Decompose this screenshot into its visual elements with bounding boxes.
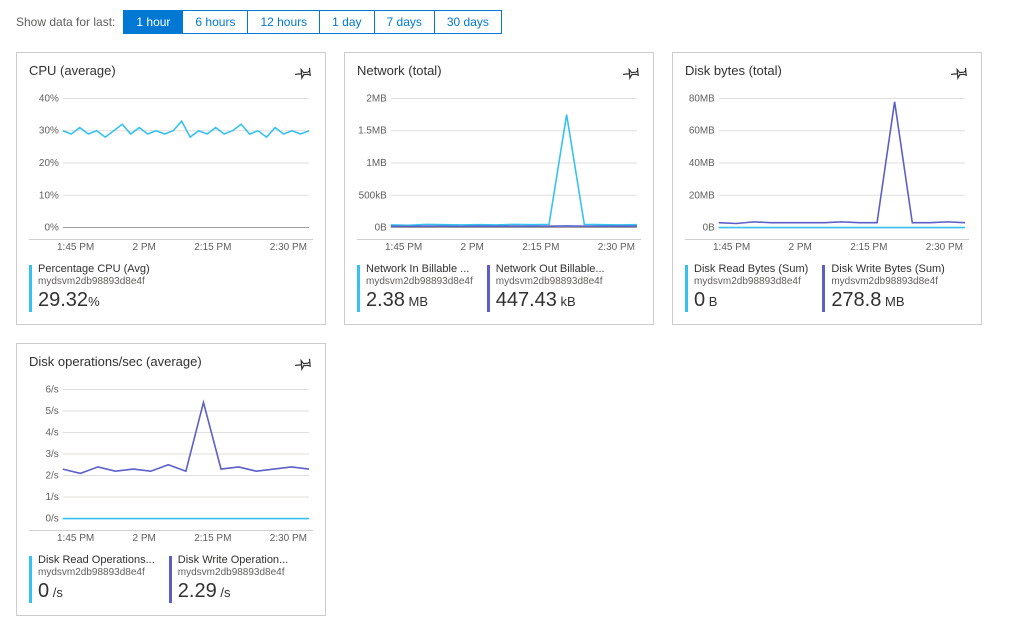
metric-value: 0 /s xyxy=(38,579,155,603)
metric-value: 2.38 MB xyxy=(366,288,473,312)
metric-swatch xyxy=(822,265,825,312)
pin-icon[interactable] xyxy=(951,63,969,81)
metric-row: Disk Read Operations...mydsvm2db98893d8e… xyxy=(29,554,313,603)
chart-plot[interactable]: 2MB 1.5MB 1MB 500kB 0B xyxy=(357,89,641,239)
chart-xaxis: 1:45 PM2 PM2:15 PM2:30 PM xyxy=(357,239,641,253)
chart-plot[interactable]: 40% 30% 20% 10% 0% xyxy=(29,89,313,239)
metric-resource: mydsvm2db98893d8e4f xyxy=(38,276,150,288)
pin-icon[interactable] xyxy=(295,63,313,81)
metric: Network Out Billable...mydsvm2db98893d8e… xyxy=(487,263,605,312)
metric-resource: mydsvm2db98893d8e4f xyxy=(366,276,473,288)
metric-label: Disk Write Operation... xyxy=(178,554,288,567)
svg-text:60MB: 60MB xyxy=(689,126,715,137)
metric-row: Disk Read Bytes (Sum)mydsvm2db98893d8e4f… xyxy=(685,263,969,312)
metric-value: 278.8 MB xyxy=(831,288,944,312)
metric-label: Disk Read Bytes (Sum) xyxy=(694,263,808,276)
svg-text:10%: 10% xyxy=(39,190,59,201)
svg-text:6/s: 6/s xyxy=(46,385,59,396)
time-range-label: Show data for last: xyxy=(16,15,115,29)
metric-row: Percentage CPU (Avg)mydsvm2db98893d8e4f2… xyxy=(29,263,313,312)
chart-xaxis: 1:45 PM2 PM2:15 PM2:30 PM xyxy=(685,239,969,253)
metric-value: 0 B xyxy=(694,288,808,312)
chart-plot[interactable]: 80MB 60MB 40MB 20MB 0B xyxy=(685,89,969,239)
svg-text:3/s: 3/s xyxy=(46,449,59,460)
metric-value: 2.29 /s xyxy=(178,579,288,603)
metric-resource: mydsvm2db98893d8e4f xyxy=(496,276,605,288)
time-range-toolbar: Show data for last: 1 hour6 hours12 hour… xyxy=(16,10,994,34)
metric-label: Network Out Billable... xyxy=(496,263,605,276)
metric-label: Network In Billable ... xyxy=(366,263,473,276)
svg-text:1MB: 1MB xyxy=(366,158,387,169)
svg-text:40%: 40% xyxy=(39,93,59,104)
svg-text:2/s: 2/s xyxy=(46,471,59,482)
svg-text:30%: 30% xyxy=(39,126,59,137)
metric-resource: mydsvm2db98893d8e4f xyxy=(38,567,155,579)
metric: Disk Write Bytes (Sum)mydsvm2db98893d8e4… xyxy=(822,263,944,312)
chart-xaxis: 1:45 PM2 PM2:15 PM2:30 PM xyxy=(29,530,313,544)
metric-resource: mydsvm2db98893d8e4f xyxy=(694,276,808,288)
metric-swatch xyxy=(487,265,490,312)
chart-plot[interactable]: 6/s 5/s 4/s 3/s 2/s 1/s 0/s xyxy=(29,380,313,530)
svg-text:4/s: 4/s xyxy=(46,428,59,439)
time-range-12-hours[interactable]: 12 hours xyxy=(248,11,320,33)
metric-swatch xyxy=(29,556,32,603)
svg-text:20%: 20% xyxy=(39,158,59,169)
chart-card: Disk bytes (total) 80MB 60MB 40MB 20MB 0B 1:45… xyxy=(672,52,982,325)
svg-text:0%: 0% xyxy=(44,223,59,234)
metric-swatch xyxy=(685,265,688,312)
metric-swatch xyxy=(357,265,360,312)
chart-card: Network (total) 2MB 1.5MB 1MB 500kB 0B 1:45 PM… xyxy=(344,52,654,325)
svg-text:5/s: 5/s xyxy=(46,406,59,417)
svg-text:20MB: 20MB xyxy=(689,190,715,201)
card-title: Network (total) xyxy=(357,63,442,78)
svg-text:80MB: 80MB xyxy=(689,93,715,104)
chart-card: Disk operations/sec (average) 6/s 5/s 4/s 3/… xyxy=(16,343,326,616)
metric-row: Network In Billable ...mydsvm2db98893d8e… xyxy=(357,263,641,312)
svg-text:1/s: 1/s xyxy=(46,492,59,503)
svg-text:500kB: 500kB xyxy=(359,190,388,201)
chart-card: CPU (average) 40% 30% 20% 10% 0% 1:45 PM2 PM2:… xyxy=(16,52,326,325)
svg-text:0B: 0B xyxy=(703,223,716,234)
svg-text:2MB: 2MB xyxy=(366,93,387,104)
metric-label: Percentage CPU (Avg) xyxy=(38,263,150,276)
metric-value: 29.32% xyxy=(38,288,150,312)
card-title: Disk operations/sec (average) xyxy=(29,354,202,369)
metric: Disk Read Bytes (Sum)mydsvm2db98893d8e4f… xyxy=(685,263,808,312)
svg-text:0/s: 0/s xyxy=(46,514,59,525)
svg-text:0B: 0B xyxy=(375,223,388,234)
time-range-segmented: 1 hour6 hours12 hours1 day7 days30 days xyxy=(123,10,502,34)
metric: Disk Read Operations...mydsvm2db98893d8e… xyxy=(29,554,155,603)
metric: Network In Billable ...mydsvm2db98893d8e… xyxy=(357,263,473,312)
metric-value: 447.43 kB xyxy=(496,288,605,312)
time-range-7-days[interactable]: 7 days xyxy=(375,11,435,33)
metric-swatch xyxy=(29,265,32,312)
metric-resource: mydsvm2db98893d8e4f xyxy=(178,567,288,579)
metric-label: Disk Write Bytes (Sum) xyxy=(831,263,944,276)
svg-text:1.5MB: 1.5MB xyxy=(358,126,387,137)
pin-icon[interactable] xyxy=(295,354,313,372)
metric-resource: mydsvm2db98893d8e4f xyxy=(831,276,944,288)
time-range-30-days[interactable]: 30 days xyxy=(435,11,501,33)
svg-text:40MB: 40MB xyxy=(689,158,715,169)
metric-swatch xyxy=(169,556,172,603)
card-title: CPU (average) xyxy=(29,63,116,78)
pin-icon[interactable] xyxy=(623,63,641,81)
metric: Disk Write Operation...mydsvm2db98893d8e… xyxy=(169,554,288,603)
metric: Percentage CPU (Avg)mydsvm2db98893d8e4f2… xyxy=(29,263,150,312)
time-range-1-hour[interactable]: 1 hour xyxy=(124,11,183,33)
card-title: Disk bytes (total) xyxy=(685,63,782,78)
metric-label: Disk Read Operations... xyxy=(38,554,155,567)
time-range-6-hours[interactable]: 6 hours xyxy=(183,11,248,33)
chart-xaxis: 1:45 PM2 PM2:15 PM2:30 PM xyxy=(29,239,313,253)
time-range-1-day[interactable]: 1 day xyxy=(320,11,374,33)
